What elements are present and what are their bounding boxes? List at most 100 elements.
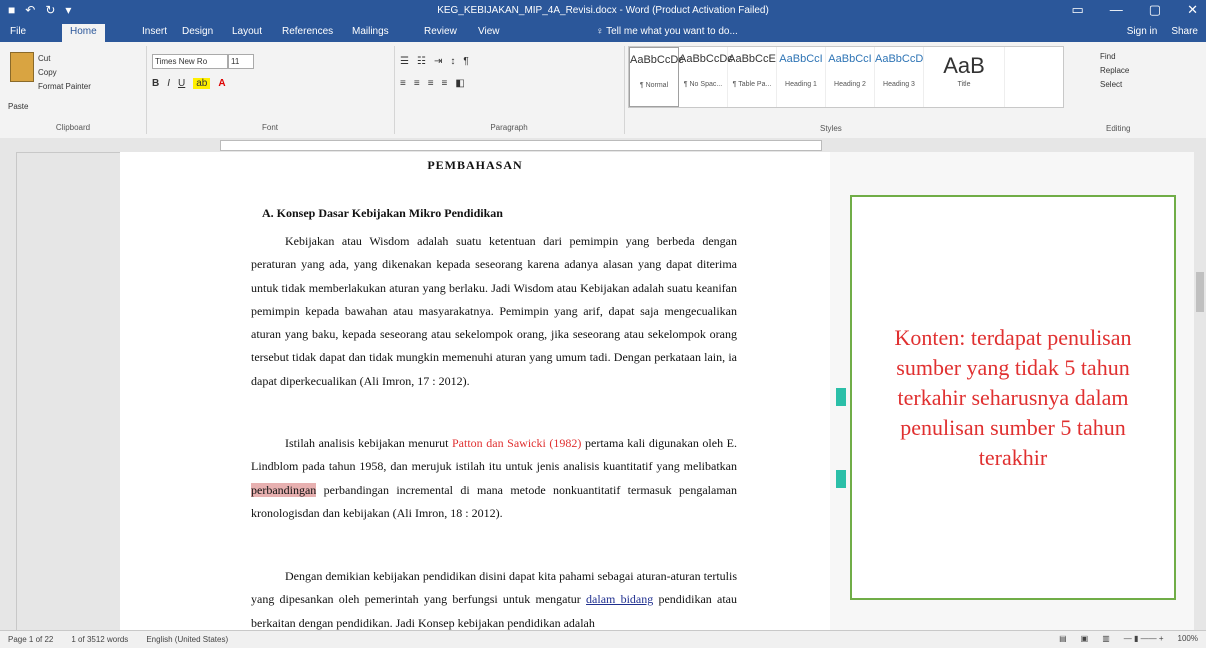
replace-button[interactable]: Replace [1100, 64, 1129, 78]
justify-icon[interactable]: ≡ [442, 78, 448, 89]
word-count[interactable]: 1 of 3512 words [71, 635, 128, 644]
cut-button[interactable]: Cut [38, 52, 91, 66]
print-layout-icon[interactable]: ▣ [1081, 634, 1089, 643]
style-name: Heading 2 [834, 81, 866, 88]
status-bar: Page 1 of 22 1 of 3512 words English (Un… [0, 630, 1206, 648]
find-button[interactable]: Find [1100, 50, 1129, 64]
bold-button[interactable]: B [152, 78, 159, 89]
style-no-spacing[interactable]: AaBbCcDc ¶ No Spac... [679, 47, 733, 107]
align-left-icon[interactable]: ≡ [400, 78, 406, 89]
ribbon-tabs: File Home Insert Design Layout Reference… [0, 22, 1206, 42]
comment-box[interactable]: Konten: terdapat penulisan sumber yang t… [850, 195, 1176, 600]
italic-button[interactable]: I [167, 78, 170, 89]
comment-marker[interactable] [836, 388, 846, 406]
font-color-icon[interactable]: A [218, 78, 225, 89]
style-preview: AaBbCcD [875, 53, 924, 65]
font-format-row: B I U ab A [152, 78, 226, 89]
tab-mailings[interactable]: Mailings [352, 26, 389, 37]
font-name-dropdown[interactable]: Times New Ro [152, 54, 228, 69]
style-normal[interactable]: AaBbCcDc ¶ Normal [629, 47, 684, 107]
style-table-paragraph[interactable]: AaBbCcE ¶ Table Pa... [728, 47, 777, 107]
sign-in-link[interactable]: Sign in [1127, 26, 1158, 37]
style-title[interactable]: AaB Title [924, 47, 1005, 107]
underline-button[interactable]: U [178, 78, 185, 89]
copy-button[interactable]: Copy [38, 66, 91, 80]
read-mode-icon[interactable]: ▤ [1059, 634, 1067, 643]
align-center-icon[interactable]: ≡ [414, 78, 420, 89]
tab-home[interactable]: Home [62, 24, 105, 42]
close-button[interactable]: ✕ [1187, 2, 1198, 18]
citation-highlight[interactable]: Patton dan Sawicki (1982) [452, 436, 581, 450]
comment-marker[interactable] [836, 470, 846, 488]
page-count[interactable]: Page 1 of 22 [8, 635, 53, 644]
paragraph-3[interactable]: Dengan demikian kebijakan pendidikan dis… [251, 565, 737, 635]
tab-insert[interactable]: Insert [142, 26, 167, 37]
sort-icon[interactable]: ↕ [450, 56, 455, 67]
tab-layout[interactable]: Layout [232, 26, 262, 37]
font-size-dropdown[interactable]: 11 [228, 54, 254, 69]
maximize-button[interactable]: ▢ [1149, 2, 1161, 18]
paste-button[interactable]: Paste [8, 102, 28, 111]
paragraph-group: ☰ ☷ ⇥ ↕ ¶ ≡ ≡ ≡ ≡ ◧ Paragraph [394, 46, 625, 134]
style-name: ¶ Table Pa... [732, 81, 772, 88]
paragraph-2-text-c: perbandingan incremental di mana metode … [251, 482, 737, 520]
highlighted-word[interactable]: perbandingan [251, 482, 317, 497]
styles-label: Styles [820, 124, 842, 133]
indent-icon[interactable]: ⇥ [434, 56, 442, 67]
paragraph-2[interactable]: Istilah analisis kebijakan menurut Patto… [251, 432, 737, 525]
scrollbar-thumb[interactable] [1196, 272, 1204, 312]
tab-design[interactable]: Design [182, 26, 213, 37]
bullets-icon[interactable]: ☰ [400, 56, 409, 67]
shading-icon[interactable]: ◧ [455, 78, 464, 89]
tab-view[interactable]: View [478, 26, 500, 37]
paragraph-2-text-a: Istilah analisis kebijakan menurut [285, 436, 452, 450]
show-marks-icon[interactable]: ¶ [463, 56, 468, 67]
format-painter-button[interactable]: Format Painter [38, 80, 91, 94]
style-preview: AaBbCcI [779, 53, 823, 65]
align-right-icon[interactable]: ≡ [428, 78, 434, 89]
select-button[interactable]: Select [1100, 78, 1129, 92]
comment-text: Konten: terdapat penulisan sumber yang t… [894, 324, 1132, 470]
clipboard-group: Paste Cut Copy Format Painter Clipboard [0, 46, 147, 134]
zoom-level[interactable]: 100% [1178, 634, 1198, 643]
highlight-icon[interactable]: ab [193, 78, 211, 89]
vertical-ruler[interactable] [0, 152, 17, 630]
numbering-icon[interactable]: ☷ [417, 56, 426, 67]
tab-review[interactable]: Review [424, 26, 457, 37]
ruler-bar [220, 140, 822, 151]
style-preview: AaB [943, 53, 985, 78]
paste-icon[interactable] [10, 52, 34, 82]
window-controls: ▭ — ▢ ✕ [1072, 2, 1199, 18]
web-layout-icon[interactable]: ▥ [1102, 634, 1110, 643]
paragraph-label: Paragraph [490, 123, 528, 132]
style-preview: AaBbCcE [728, 53, 776, 65]
section-heading: A. Konsep Dasar Kebijakan Mikro Pendidik… [262, 206, 503, 220]
style-heading-3[interactable]: AaBbCcD Heading 3 [875, 47, 924, 107]
underlined-phrase[interactable]: dalam bidang [586, 592, 653, 606]
tab-file[interactable]: File [10, 26, 26, 37]
language-indicator[interactable]: English (United States) [146, 635, 228, 644]
editing-label: Editing [1106, 124, 1131, 133]
share-button[interactable]: Share [1171, 26, 1198, 37]
horizontal-ruler[interactable] [0, 138, 1206, 153]
align-row: ≡ ≡ ≡ ≡ ◧ [400, 78, 465, 89]
window-title: KEG_KEBIJAKAN_MIP_4A_Revisi.docx - Word … [437, 5, 769, 16]
style-name: Heading 3 [883, 81, 915, 88]
font-label: Font [261, 123, 278, 132]
ribbon: Paste Cut Copy Format Painter Clipboard … [0, 42, 1206, 139]
tell-me-search[interactable]: ♀ Tell me what you want to do... [596, 26, 738, 37]
style-heading-2[interactable]: AaBbCcI Heading 2 [826, 47, 875, 107]
style-heading-1[interactable]: AaBbCcI Heading 1 [777, 47, 826, 107]
paragraph-1[interactable]: Kebijakan atau Wisdom adalah suatu keten… [251, 230, 737, 393]
zoom-slider[interactable]: — ▮ —— + [1124, 634, 1164, 643]
title-bar: ■ ↶ ↻ ▾ KEG_KEBIJAKAN_MIP_4A_Revisi.docx… [0, 0, 1206, 22]
vertical-scrollbar[interactable] [1194, 152, 1206, 630]
tab-references[interactable]: References [282, 26, 333, 37]
clipboard-label: Clipboard [55, 123, 91, 132]
paragraph-row: ☰ ☷ ⇥ ↕ ¶ [400, 56, 469, 67]
style-name: Title [957, 81, 971, 88]
style-preview: AaBbCcDc [630, 54, 684, 66]
minimize-button[interactable]: — [1110, 2, 1123, 18]
ribbon-display-options-icon[interactable]: ▭ [1072, 2, 1084, 18]
style-preview: AaBbCcI [828, 53, 872, 65]
